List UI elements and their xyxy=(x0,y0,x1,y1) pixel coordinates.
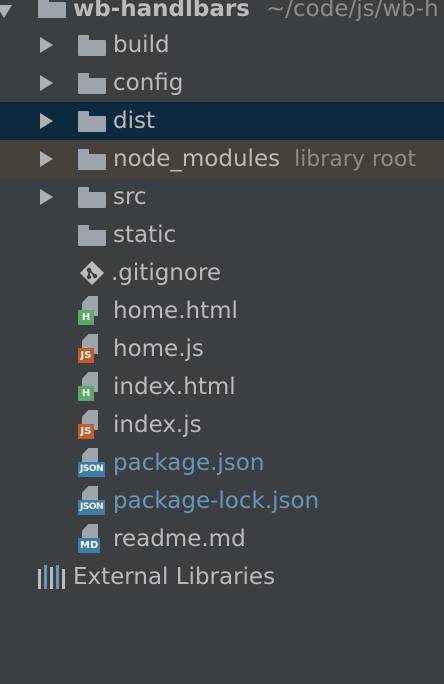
folder-icon xyxy=(78,187,106,208)
js-file-icon: JS xyxy=(78,410,110,440)
tree-item-label: package.json xyxy=(113,450,265,476)
project-path: ~/code/js/wb-h xyxy=(266,0,439,22)
html-file-icon: H xyxy=(78,296,110,326)
tree-item-label: static xyxy=(113,222,177,248)
json-file-icon: JSON xyxy=(78,486,110,516)
collapse-arrow-icon[interactable] xyxy=(0,5,12,18)
expand-arrow-icon[interactable] xyxy=(40,75,53,91)
project-name: wb-handlbars xyxy=(73,0,250,22)
tree-item-index-js[interactable]: JS index.js xyxy=(0,406,444,444)
tree-item-label: readme.md xyxy=(113,526,246,552)
expand-arrow-icon[interactable] xyxy=(40,189,53,205)
tree-item-label: home.html xyxy=(113,298,238,324)
tree-item-index-html[interactable]: H index.html xyxy=(0,368,444,406)
folder-icon xyxy=(78,73,106,94)
tree-item-home-js[interactable]: JS home.js xyxy=(0,330,444,368)
project-tree: wb-handlbars ~/code/js/wb-h build config… xyxy=(0,0,444,684)
tree-item-readme-md[interactable]: MD readme.md xyxy=(0,520,444,558)
folder-icon xyxy=(78,35,106,56)
tree-item-dist[interactable]: dist xyxy=(0,102,444,140)
tree-item-label: home.js xyxy=(113,336,204,362)
tree-item-label: node_modules library root xyxy=(113,140,416,178)
git-icon xyxy=(80,261,104,285)
json-file-icon: JSON xyxy=(78,448,110,478)
tree-item-label: External Libraries xyxy=(73,564,276,590)
tree-item-gitignore[interactable]: .gitignore xyxy=(0,254,444,292)
tree-item-label: .gitignore xyxy=(111,260,222,286)
library-root-hint: library root xyxy=(294,146,416,172)
library-icon xyxy=(38,565,65,589)
tree-item-label: index.html xyxy=(113,374,236,400)
tree-item-package-lock-json[interactable]: JSON package-lock.json xyxy=(0,482,444,520)
html-file-icon: H xyxy=(78,372,110,402)
folder-icon xyxy=(78,225,106,246)
js-file-icon: JS xyxy=(78,334,110,364)
tree-item-package-json[interactable]: JSON package.json xyxy=(0,444,444,482)
tree-item-label: index.js xyxy=(113,412,202,438)
tree-item-label: src xyxy=(113,184,147,210)
tree-item-label: package-lock.json xyxy=(113,488,320,514)
expand-arrow-icon[interactable] xyxy=(40,113,53,129)
tree-item-config[interactable]: config xyxy=(0,64,444,102)
folder-icon xyxy=(38,0,66,18)
expand-arrow-icon[interactable] xyxy=(40,37,53,53)
markdown-file-icon: MD xyxy=(78,524,110,554)
tree-item-node-modules[interactable]: node_modules library root xyxy=(0,140,444,178)
tree-item-label: dist xyxy=(113,108,155,134)
tree-item-home-html[interactable]: H home.html xyxy=(0,292,444,330)
tree-item-external-libraries[interactable]: External Libraries xyxy=(0,558,444,596)
tree-item-build[interactable]: build xyxy=(0,26,444,64)
tree-item-label: config xyxy=(113,70,184,96)
folder-icon xyxy=(78,149,106,170)
tree-item-src[interactable]: src xyxy=(0,178,444,216)
folder-icon xyxy=(78,111,106,132)
tree-item-name: node_modules xyxy=(113,145,281,172)
project-root-row[interactable]: wb-handlbars ~/code/js/wb-h xyxy=(0,0,444,28)
tree-item-label: build xyxy=(113,32,170,58)
tree-item-static[interactable]: static xyxy=(0,216,444,254)
expand-arrow-icon[interactable] xyxy=(40,151,53,167)
